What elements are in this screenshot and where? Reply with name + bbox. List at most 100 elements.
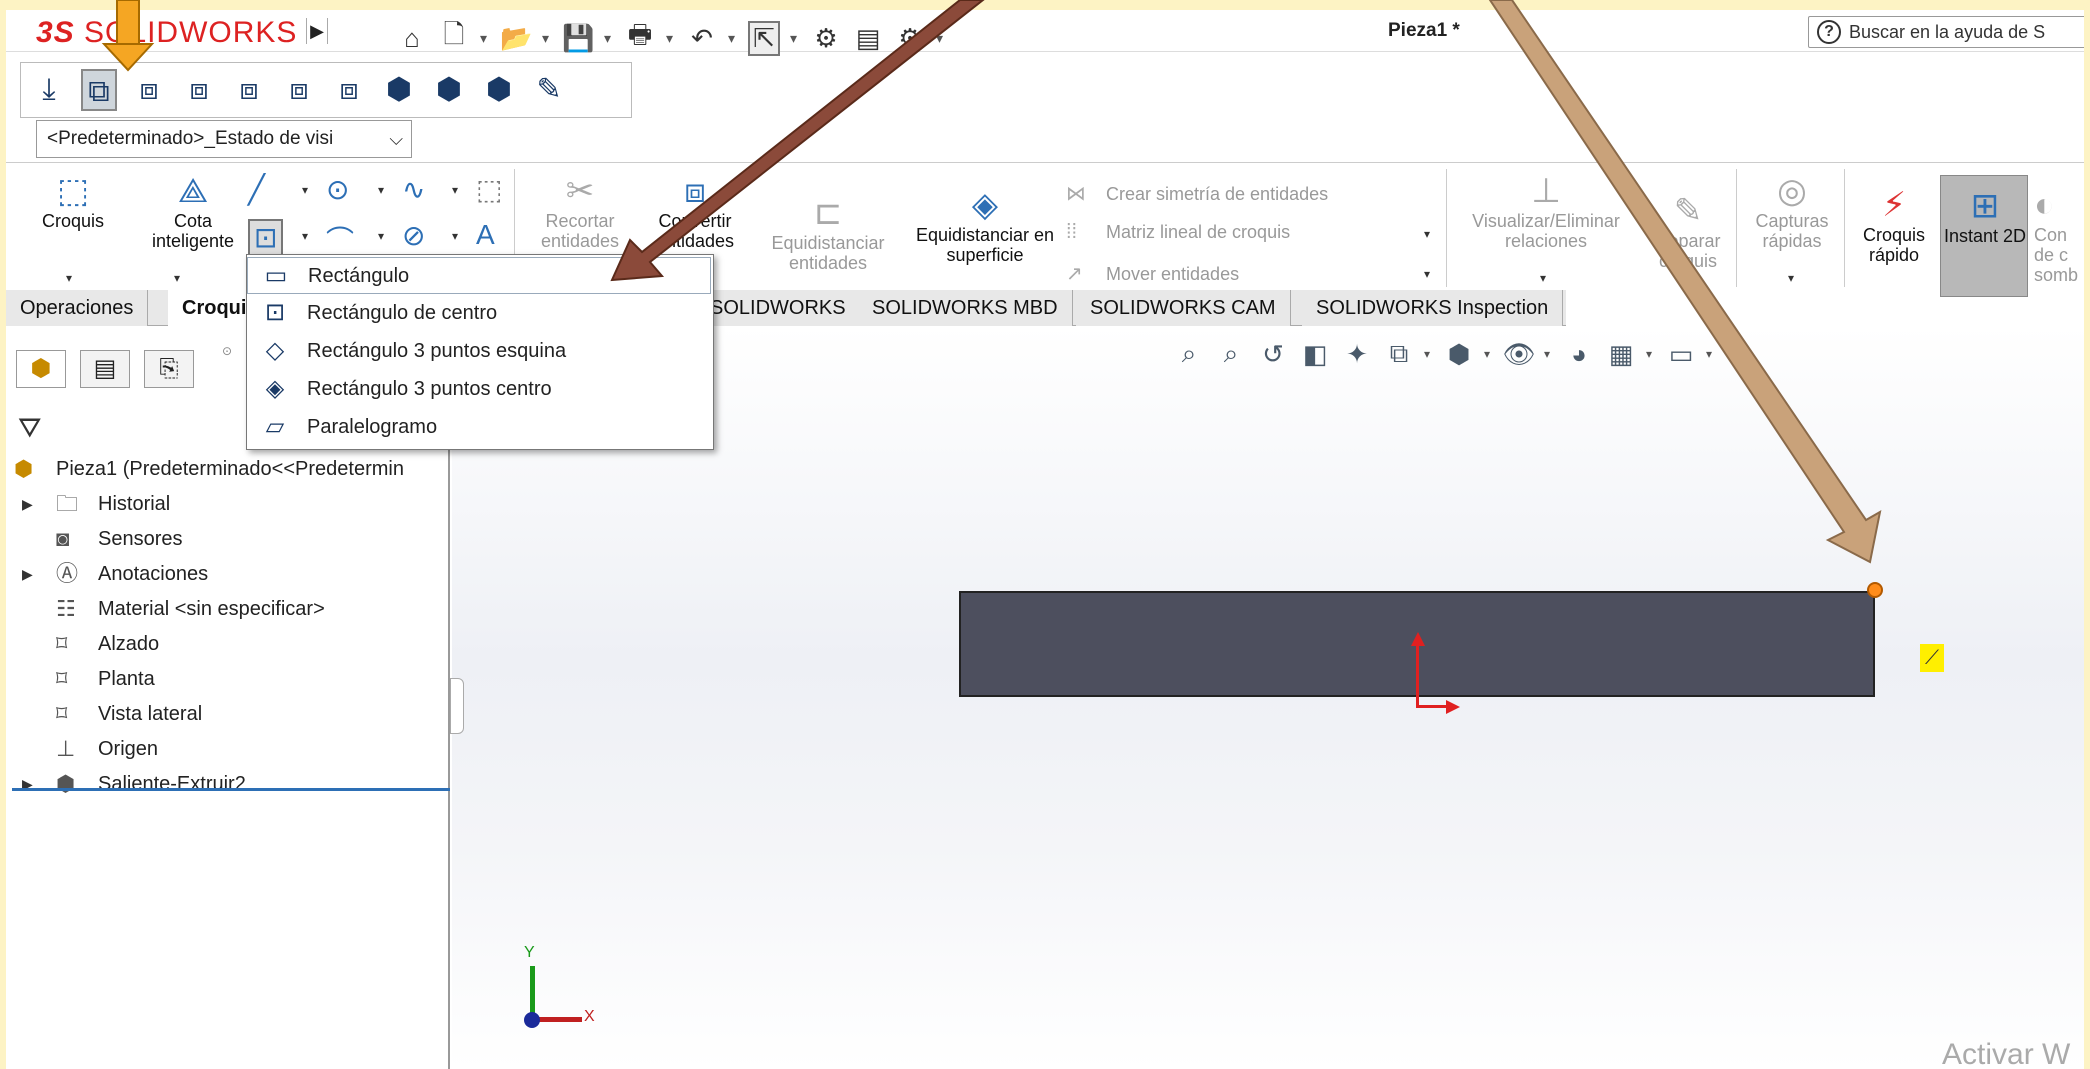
cota-dropdown-icon[interactable]: ▾	[174, 271, 180, 285]
mirror-entities-command[interactable]: ⋈ Crear simetría de entidades	[1066, 181, 1328, 206]
croquis-dropdown-icon[interactable]: ▾	[66, 271, 72, 285]
capturas-dropdown-icon[interactable]: ▾	[1788, 271, 1794, 285]
quick-snaps-button[interactable]: ◎ Capturas rápidas	[1744, 171, 1840, 251]
arc-dropdown-icon[interactable]: ▾	[378, 229, 384, 243]
options-dropdown-icon[interactable]: ▾	[936, 30, 946, 47]
view-settings-dropdown-icon[interactable]: ▾	[1706, 347, 1716, 361]
select-cursor-icon[interactable]: ⇱	[748, 20, 780, 56]
view-left-icon[interactable]: ⧈	[231, 69, 267, 111]
section-view-icon[interactable]: ◧	[1298, 339, 1332, 370]
display-style-icon[interactable]: ⬢	[1442, 339, 1476, 370]
matriz-dropdown-icon[interactable]: ▾	[1424, 227, 1430, 241]
vertex-point[interactable]	[1867, 582, 1883, 598]
repair-sketch-button[interactable]: ✎ Reparar croquis	[1640, 191, 1736, 271]
expand-arrow-icon[interactable]: ▶	[22, 557, 33, 591]
view-orientation-icon[interactable]: ⧉	[1382, 338, 1416, 370]
menu-item-rectangulo-3pt-esquina[interactable]: ◇ Rectángulo 3 puntos esquina	[247, 333, 711, 370]
hide-show-dropdown-icon[interactable]: ▾	[1544, 347, 1554, 361]
line-dropdown-icon[interactable]: ▾	[302, 183, 308, 197]
display-delete-relations-button[interactable]: ⊥ Visualizar/Eliminar relaciones	[1456, 171, 1636, 251]
spline-icon[interactable]: ∿	[402, 173, 425, 206]
zoom-to-fit-icon[interactable]: ⌕	[1172, 338, 1206, 370]
view-settings-icon[interactable]: ▭	[1664, 339, 1698, 370]
zoom-to-area-icon[interactable]: ⌕	[1214, 338, 1248, 370]
select-dropdown-icon[interactable]: ▾	[790, 30, 800, 47]
tab-solidworks-cam[interactable]: SOLIDWORKS CAM	[1076, 290, 1291, 326]
trim-entities-button[interactable]: ✂ Recortar entidades	[520, 171, 640, 251]
configuration-manager-tab-icon[interactable]: ⎘	[144, 350, 194, 388]
file-properties-icon[interactable]: ▤	[852, 23, 884, 54]
previous-view-icon[interactable]: ↺	[1256, 339, 1290, 370]
print-icon[interactable]: 🖶	[624, 16, 656, 60]
menu-expand-arrow-icon[interactable]: ▶	[306, 18, 328, 44]
linear-pattern-command[interactable]: ⁞⁞ Matriz lineal de croquis	[1066, 221, 1290, 244]
rollback-bar[interactable]	[12, 788, 450, 791]
view-selector-icon[interactable]: ✎	[531, 69, 567, 111]
menu-item-rectangulo-centro[interactable]: ⊡ Rectángulo de centro	[247, 295, 711, 332]
feature-tree-tab-icon[interactable]: ⬢	[16, 350, 66, 388]
save-dropdown-icon[interactable]: ▾	[604, 30, 614, 47]
instant-2d-button[interactable]: ⊞ Instant 2D	[1940, 175, 2028, 297]
new-document-icon[interactable]: 🗋	[438, 16, 470, 60]
undo-dropdown-icon[interactable]: ▾	[728, 30, 738, 47]
croquis-button[interactable]: ⬚ Croquis	[28, 171, 118, 231]
panel-collapse-dot-icon[interactable]: ⊙	[222, 344, 232, 358]
rebuild-icon[interactable]: ⚙	[810, 23, 842, 54]
display-style-dropdown-icon[interactable]: ▾	[1484, 347, 1494, 361]
ellipse-dropdown-icon[interactable]: ▾	[452, 229, 458, 243]
tab-operaciones[interactable]: Operaciones	[6, 290, 149, 326]
expand-arrow-icon[interactable]: ▶	[22, 767, 33, 801]
tab-solidworks-inspection[interactable]: SOLIDWORKS Inspection	[1302, 290, 1564, 326]
view-isometric-icon[interactable]: ⧉	[81, 69, 117, 111]
circle-dropdown-icon[interactable]: ▾	[378, 183, 384, 197]
rectangle-dropdown-icon[interactable]: ▾	[302, 229, 308, 243]
property-manager-tab-icon[interactable]: ▤	[80, 350, 130, 388]
configuration-select[interactable]: <Predeterminado>_Estado de visi ⌵	[36, 120, 412, 158]
expand-arrow-icon[interactable]: ▶	[22, 487, 33, 521]
print-dropdown-icon[interactable]: ▾	[666, 30, 676, 47]
hide-show-items-icon[interactable]: 👁	[1502, 339, 1536, 370]
spline-dropdown-icon[interactable]: ▾	[452, 183, 458, 197]
offset-entities-button[interactable]: ⊏ Equidistanciar entidades	[754, 193, 902, 273]
view-front-icon[interactable]: ⧈	[131, 69, 167, 111]
scene-dropdown-icon[interactable]: ▾	[1646, 347, 1656, 361]
construction-geometry-icon[interactable]: ⬚	[476, 173, 502, 206]
offset-surface-button[interactable]: ◈ Equidistanciar en superficie	[910, 185, 1060, 265]
normal-to-icon[interactable]: ⤓	[31, 69, 67, 111]
undo-icon[interactable]: ↶	[686, 23, 718, 54]
view-right-icon[interactable]: ⧈	[281, 69, 317, 111]
convert-entities-button[interactable]: ⧈ Convertir entidades	[640, 171, 750, 251]
view-dimetric-icon[interactable]: ⬢	[431, 69, 467, 111]
view-bottom-icon[interactable]: ⬢	[381, 69, 417, 111]
rapid-sketch-button[interactable]: ⚡ Croquis rápido	[1852, 185, 1936, 265]
open-dropdown-icon[interactable]: ▾	[542, 30, 552, 47]
help-search-input[interactable]: ? Buscar en la ayuda de S	[1808, 16, 2084, 48]
solidworks-logo[interactable]: 3S SOLIDWORKS	[36, 16, 297, 50]
view-back-icon[interactable]: ⧈	[181, 69, 217, 111]
edit-appearance-icon[interactable]: ◕	[1562, 339, 1596, 370]
line-icon[interactable]: ╱	[248, 173, 265, 206]
arc-icon[interactable]: ⌒	[326, 219, 354, 259]
panel-splitter-handle[interactable]	[450, 678, 464, 734]
text-tool-icon[interactable]: A	[476, 219, 495, 251]
ellipse-icon[interactable]: ⊘	[402, 219, 425, 252]
circle-icon[interactable]: ⊙	[326, 173, 349, 206]
apply-scene-icon[interactable]: ▦	[1604, 339, 1638, 370]
open-folder-icon[interactable]: 📂	[500, 23, 532, 54]
tab-solidworks-mbd[interactable]: SOLIDWORKS MBD	[858, 290, 1073, 326]
rectangle-tool-icon[interactable]: ⊡	[248, 219, 284, 256]
smart-dimension-button[interactable]: ⟁ Cota inteligente	[138, 171, 248, 251]
shaded-sketch-contours-button[interactable]: ◐ Con de c somb	[2034, 185, 2084, 285]
home-icon[interactable]: ⌂	[396, 23, 428, 54]
save-icon[interactable]: 💾	[562, 23, 594, 54]
tab-solidworks[interactable]: SOLIDWORKS	[696, 290, 861, 326]
menu-item-paralelogramo[interactable]: ▱ Paralelogramo	[247, 409, 711, 446]
view-orientation-dropdown-icon[interactable]: ▾	[1424, 347, 1434, 361]
menu-item-rectangulo-3pt-centro[interactable]: ◈ Rectángulo 3 puntos centro	[247, 371, 711, 408]
mover-dropdown-icon[interactable]: ▾	[1424, 267, 1430, 281]
view-top-icon[interactable]: ⧈	[331, 69, 367, 111]
options-gear-icon[interactable]: ⚙	[894, 23, 926, 54]
move-entities-command[interactable]: ↗ Mover entidades	[1066, 261, 1239, 286]
filter-icon[interactable]: ⛛	[18, 412, 42, 445]
menu-item-rectangulo[interactable]: ▭ Rectángulo	[247, 257, 711, 294]
